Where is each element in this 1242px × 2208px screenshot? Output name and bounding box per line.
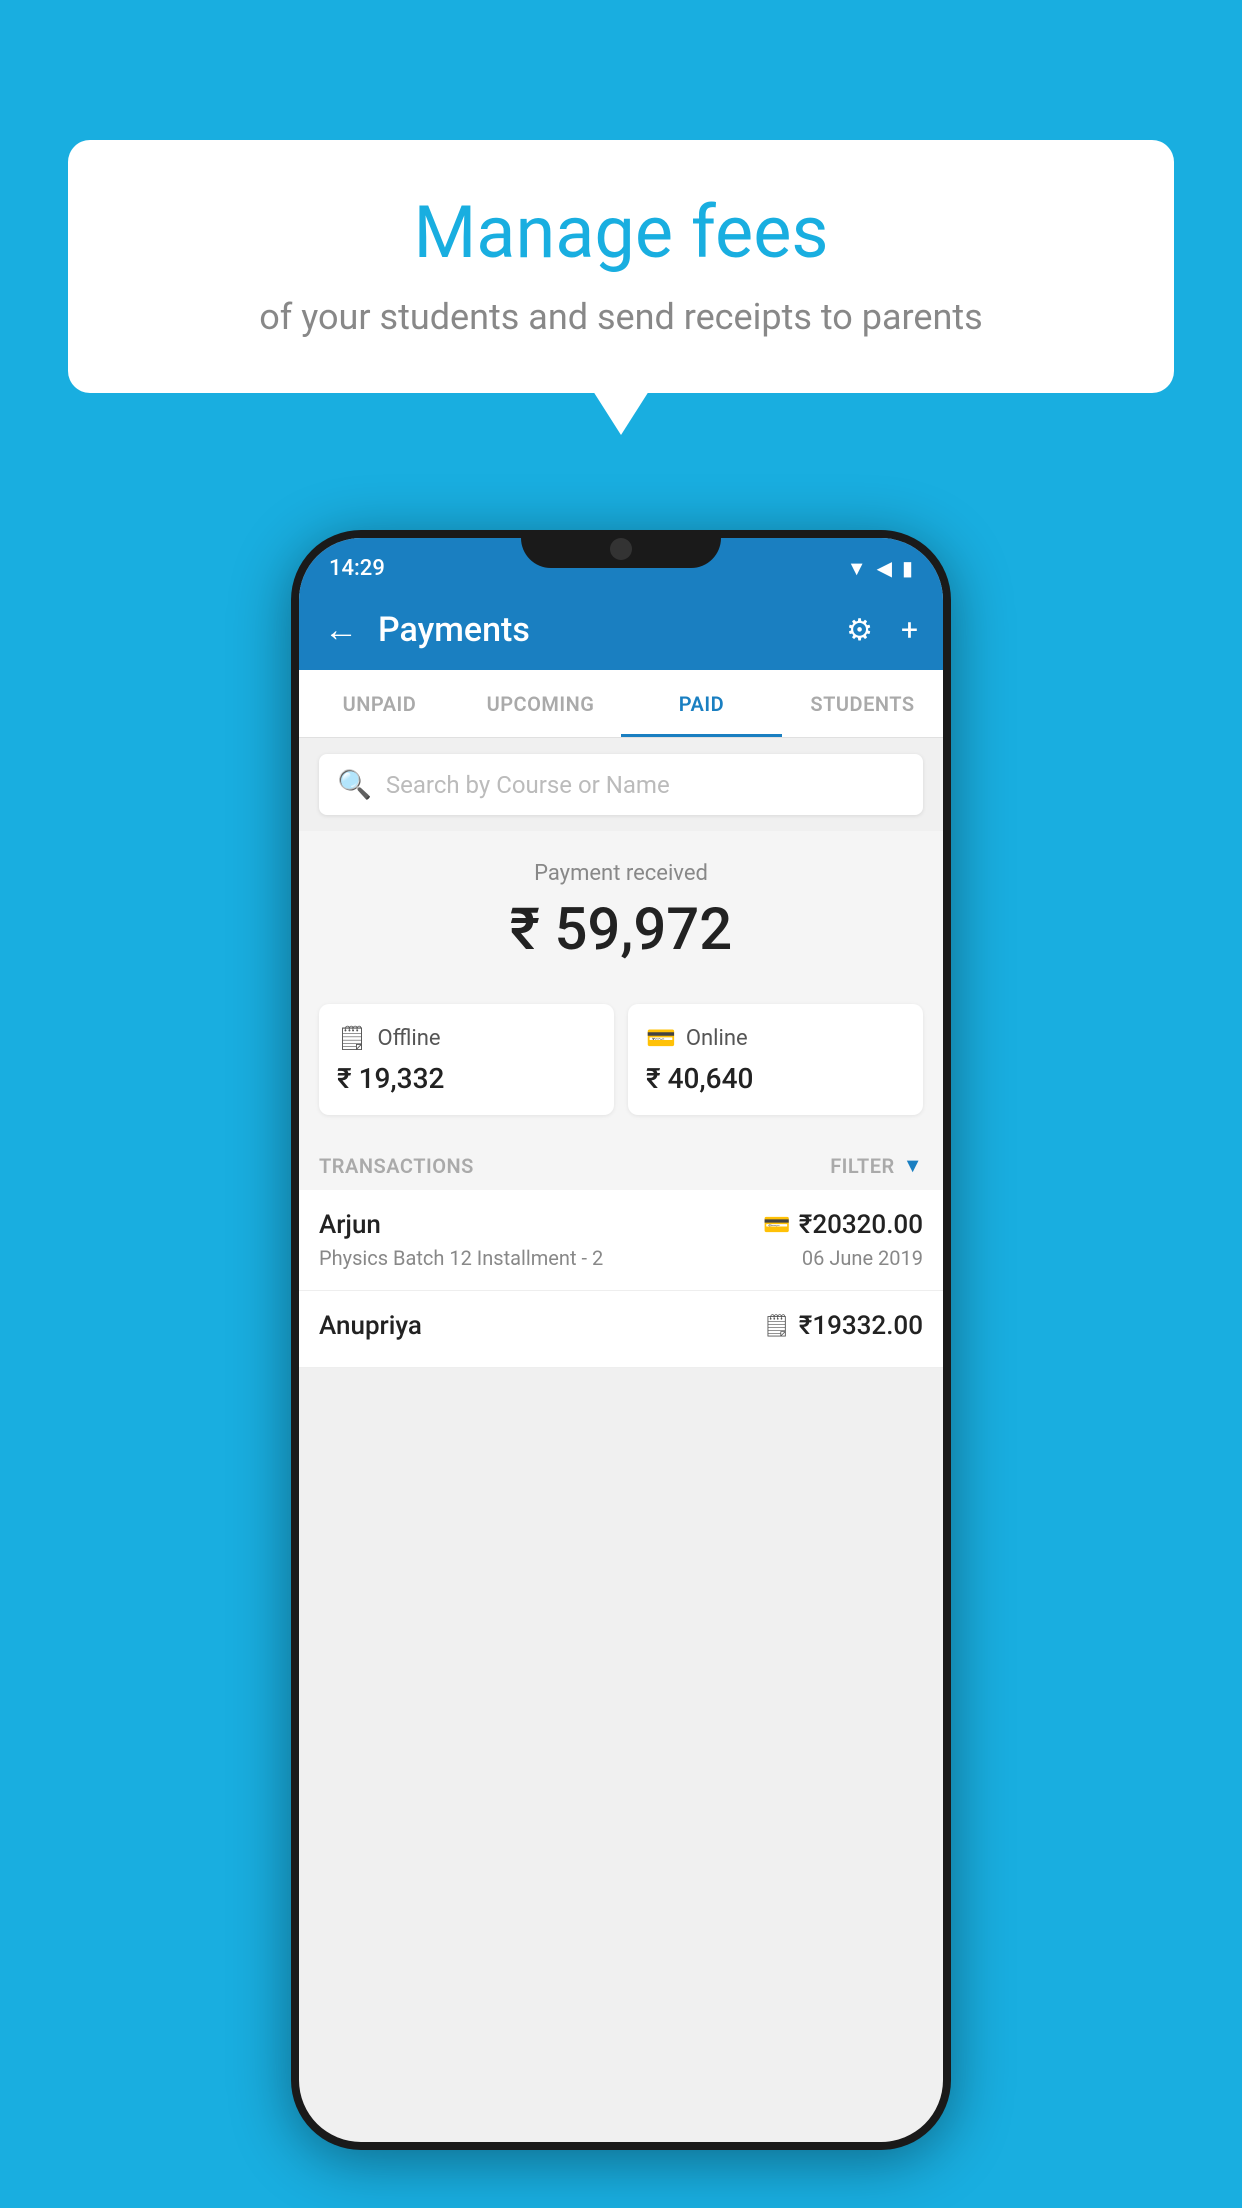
tab-unpaid[interactable]: UNPAID xyxy=(299,670,460,737)
tab-paid[interactable]: PAID xyxy=(621,670,782,737)
app-bar: ← Payments ⚙ + xyxy=(299,590,943,670)
filter-button[interactable]: FILTER ▼ xyxy=(830,1153,923,1178)
online-label: Online xyxy=(686,1026,748,1051)
transaction-item[interactable]: Arjun 💳 ₹20320.00 Physics Batch 12 Insta… xyxy=(299,1190,943,1291)
phone-frame: 14:29 ▼ ◀ ▮ ← Payments ⚙ + UNPAID UPCOMI… xyxy=(291,530,951,2150)
tab-students[interactable]: STUDENTS xyxy=(782,670,943,737)
transaction-date: 06 June 2019 xyxy=(802,1246,923,1270)
transaction-amount: ₹20320.00 xyxy=(799,1210,923,1240)
transaction-amount-wrap: 💳 ₹20320.00 xyxy=(763,1210,923,1240)
transaction-item[interactable]: Anupriya 🗒 ₹19332.00 xyxy=(299,1291,943,1368)
phone-notch xyxy=(521,530,721,568)
payment-received-amount: ₹ 59,972 xyxy=(319,896,923,964)
speech-bubble: Manage fees of your students and send re… xyxy=(68,140,1174,393)
online-payment-card: 💳 Online ₹ 40,640 xyxy=(628,1004,923,1115)
front-camera xyxy=(610,538,632,560)
search-icon: 🔍 xyxy=(337,768,372,801)
payment-cards: 🗒 Offline ₹ 19,332 💳 Online ₹ 40,640 xyxy=(299,1004,943,1135)
add-icon[interactable]: + xyxy=(901,613,918,648)
transactions-list: Arjun 💳 ₹20320.00 Physics Batch 12 Insta… xyxy=(299,1190,943,1368)
tab-upcoming[interactable]: UPCOMING xyxy=(460,670,621,737)
search-placeholder: Search by Course or Name xyxy=(386,771,670,799)
transaction-row-top: Anupriya 🗒 ₹19332.00 xyxy=(319,1311,923,1341)
speech-bubble-title: Manage fees xyxy=(128,190,1114,276)
back-button[interactable]: ← xyxy=(324,610,358,650)
transaction-amount: ₹19332.00 xyxy=(799,1311,923,1341)
status-icons: ▼ ◀ ▮ xyxy=(847,556,913,581)
offline-label: Offline xyxy=(377,1026,440,1051)
transaction-row-top: Arjun 💳 ₹20320.00 xyxy=(319,1210,923,1240)
transactions-header: TRANSACTIONS FILTER ▼ xyxy=(299,1135,943,1190)
online-payment-icon: 💳 xyxy=(763,1213,790,1238)
app-bar-actions: ⚙ + xyxy=(846,613,918,648)
online-icon: 💳 xyxy=(646,1024,676,1052)
speech-bubble-subtitle: of your students and send receipts to pa… xyxy=(128,296,1114,338)
transaction-name: Anupriya xyxy=(319,1311,422,1341)
phone-screen: 14:29 ▼ ◀ ▮ ← Payments ⚙ + UNPAID UPCOMI… xyxy=(299,538,943,2142)
offline-card-header: 🗒 Offline xyxy=(337,1024,596,1052)
offline-payment-card: 🗒 Offline ₹ 19,332 xyxy=(319,1004,614,1115)
battery-icon: ▮ xyxy=(902,556,913,580)
filter-icon: ▼ xyxy=(903,1153,923,1178)
transactions-label: TRANSACTIONS xyxy=(319,1154,474,1178)
transaction-detail: Physics Batch 12 Installment - 2 xyxy=(319,1246,603,1270)
signal-icon: ◀ xyxy=(877,556,892,580)
wifi-icon: ▼ xyxy=(847,556,867,581)
transaction-amount-wrap: 🗒 ₹19332.00 xyxy=(763,1311,923,1341)
transaction-row-bottom: Physics Batch 12 Installment - 2 06 June… xyxy=(319,1246,923,1270)
status-time: 14:29 xyxy=(329,556,385,581)
transaction-name: Arjun xyxy=(319,1210,381,1240)
online-card-header: 💳 Online xyxy=(646,1024,905,1052)
offline-amount: ₹ 19,332 xyxy=(337,1062,596,1095)
filter-label-text: FILTER xyxy=(830,1154,895,1178)
settings-icon[interactable]: ⚙ xyxy=(846,613,873,648)
payment-received-section: Payment received ₹ 59,972 xyxy=(299,831,943,1004)
payment-received-label: Payment received xyxy=(319,861,923,886)
offline-payment-icon: 🗒 xyxy=(763,1314,791,1339)
online-amount: ₹ 40,640 xyxy=(646,1062,905,1095)
offline-icon: 🗒 xyxy=(337,1024,367,1052)
search-bar[interactable]: 🔍 Search by Course or Name xyxy=(319,754,923,815)
tabs-bar: UNPAID UPCOMING PAID STUDENTS xyxy=(299,670,943,738)
app-bar-title: Payments xyxy=(378,610,846,650)
